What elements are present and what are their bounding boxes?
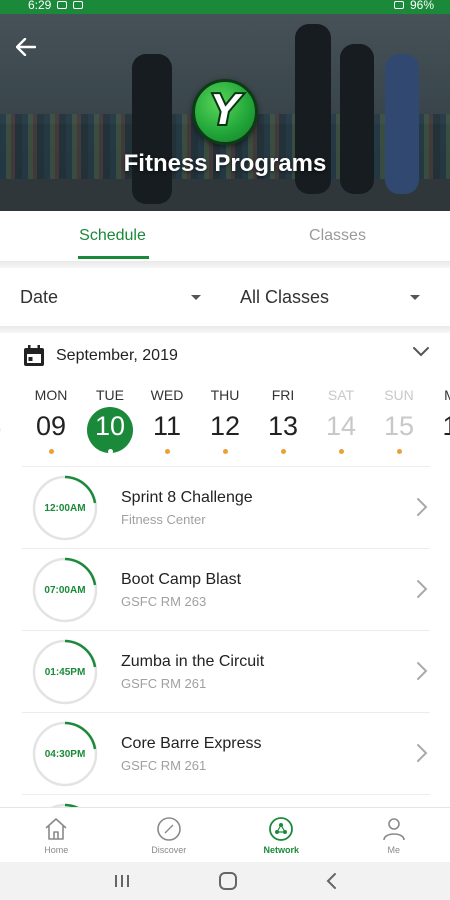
- class-name: Boot Camp Blast: [121, 571, 242, 588]
- class-name: Zumba in the Circuit: [121, 653, 265, 670]
- notification-icon: [57, 1, 68, 9]
- month-label: September, 2019: [56, 346, 178, 364]
- person-icon: [382, 818, 405, 841]
- event-dot: [165, 449, 170, 454]
- day-item-selected[interactable]: TUE 10: [84, 384, 136, 454]
- event-dot: [397, 449, 402, 454]
- day-item[interactable]: M 1: [424, 384, 450, 446]
- status-time: 6:29: [28, 0, 52, 12]
- nav-home[interactable]: Home: [0, 808, 113, 862]
- network-icon: [269, 817, 294, 841]
- home-icon: [45, 818, 67, 840]
- status-bar: 6:29 96%: [0, 0, 450, 14]
- class-list: 12:00AM Sprint 8 Challenge Fitness Cente…: [22, 467, 430, 807]
- event-dot: [223, 449, 228, 454]
- class-time: 12:00AM: [44, 502, 86, 514]
- class-location: Fitness Center: [121, 512, 206, 527]
- bottom-navigation: Home Discover Network Me: [0, 807, 450, 862]
- chevron-right-icon: [417, 498, 428, 516]
- chevron-down-icon[interactable]: [412, 346, 430, 358]
- day-item[interactable]: FRI 13: [257, 384, 309, 454]
- back-button[interactable]: [12, 34, 40, 60]
- day-item[interactable]: WED 11: [141, 384, 193, 454]
- month-selector[interactable]: September, 2019: [0, 333, 450, 378]
- page-title: Fitness Programs: [123, 150, 327, 177]
- class-location: GSFC RM 261: [121, 758, 207, 773]
- dropdown-caret-icon: [191, 294, 201, 300]
- compass-icon: [156, 817, 181, 841]
- ymca-logo: Y: [192, 79, 258, 145]
- nav-network[interactable]: Network: [225, 808, 338, 862]
- tab-schedule[interactable]: Schedule: [0, 211, 225, 261]
- class-name: Sprint 8 Challenge: [121, 489, 253, 506]
- event-dot: [339, 449, 344, 454]
- notification-icon: [73, 1, 84, 9]
- event-dot: [49, 449, 54, 454]
- chevron-right-icon: [417, 744, 428, 762]
- back-arrow-icon: [16, 38, 36, 56]
- day-item[interactable]: SAT 14: [315, 384, 367, 454]
- class-list-item[interactable]: 01:45PM Zumba in the Circuit GSFC RM 261: [22, 631, 430, 713]
- class-list-item[interactable]: [22, 795, 430, 807]
- nav-me[interactable]: Me: [338, 808, 450, 862]
- recent-apps-icon[interactable]: [112, 873, 132, 889]
- class-time: 04:30PM: [44, 748, 86, 760]
- tab-classes[interactable]: Classes: [225, 211, 450, 261]
- class-location: GSFC RM 261: [121, 676, 207, 691]
- date-filter-dropdown[interactable]: Date: [0, 268, 215, 326]
- nav-discover[interactable]: Discover: [113, 808, 226, 862]
- date-filter-label: Date: [20, 286, 59, 307]
- day-item[interactable]: MON 09: [25, 384, 77, 454]
- chevron-right-icon: [417, 662, 428, 680]
- back-nav-icon[interactable]: [324, 872, 338, 890]
- calendar-icon: [24, 344, 44, 366]
- event-dot: [281, 449, 286, 454]
- class-name: Core Barre Express: [121, 735, 262, 752]
- day-strip: N 8 MON 09 TUE 10 WED 11 THU 12 FRI 13 S…: [0, 384, 450, 464]
- wifi-icon: [393, 1, 404, 9]
- class-list-item[interactable]: 07:00AM Boot Camp Blast GSFC RM 263: [22, 549, 430, 631]
- class-time: 01:45PM: [44, 666, 86, 678]
- class-list-item[interactable]: 04:30PM Core Barre Express GSFC RM 261: [22, 713, 430, 795]
- classes-filter-dropdown[interactable]: All Classes: [215, 268, 450, 326]
- classes-filter-label: All Classes: [240, 286, 330, 307]
- class-location: GSFC RM 263: [121, 594, 207, 609]
- battery-level: 96%: [409, 0, 434, 12]
- filter-bar: Date All Classes: [0, 268, 450, 326]
- home-button-icon[interactable]: [217, 870, 239, 892]
- tab-bar: Schedule Classes: [0, 211, 450, 261]
- dropdown-caret-icon: [410, 294, 420, 300]
- event-dot: [108, 449, 113, 454]
- system-navigation-bar: [0, 862, 450, 900]
- day-item[interactable]: SUN 15: [373, 384, 425, 454]
- day-item[interactable]: THU 12: [199, 384, 251, 454]
- day-item[interactable]: N 8: [0, 384, 20, 446]
- class-list-item[interactable]: 12:00AM Sprint 8 Challenge Fitness Cente…: [22, 467, 430, 549]
- chevron-right-icon: [417, 580, 428, 598]
- class-time: 07:00AM: [44, 584, 86, 596]
